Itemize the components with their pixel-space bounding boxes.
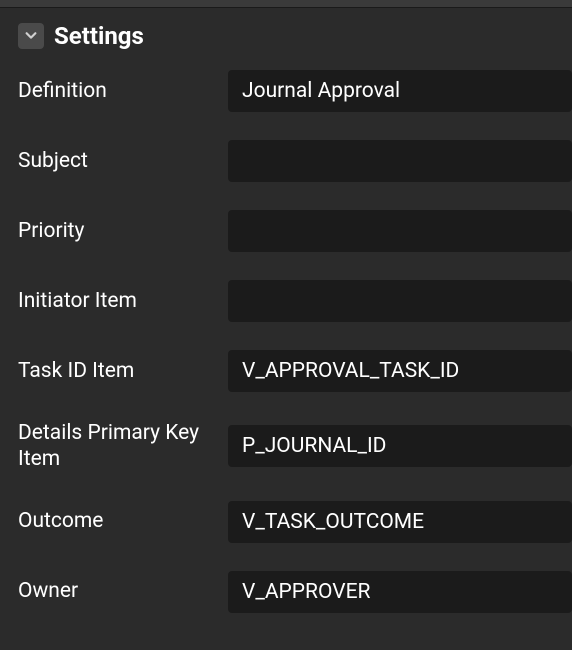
section-header: Settings — [0, 22, 572, 60]
input-priority[interactable] — [228, 210, 572, 252]
fields-container: Definition Subject Priority Initiator It… — [0, 60, 572, 613]
label-outcome: Outcome — [18, 508, 228, 534]
input-definition[interactable] — [228, 70, 572, 112]
label-initiator-item: Initiator Item — [18, 288, 228, 314]
input-owner[interactable] — [228, 571, 572, 613]
input-subject[interactable] — [228, 140, 572, 182]
label-definition: Definition — [18, 78, 228, 104]
input-outcome[interactable] — [228, 501, 572, 543]
input-initiator-item[interactable] — [228, 280, 572, 322]
label-details-primary-key-item: Details Primary Key Item — [18, 420, 228, 473]
label-owner: Owner — [18, 578, 228, 604]
top-bar — [0, 0, 572, 8]
settings-panel: Settings Definition Subject Priority Ini… — [0, 8, 572, 613]
field-row-details-primary-key-item: Details Primary Key Item — [18, 420, 572, 473]
input-task-id-item[interactable] — [228, 350, 572, 392]
field-row-definition: Definition — [18, 70, 572, 112]
label-subject: Subject — [18, 148, 228, 174]
field-row-outcome: Outcome — [18, 501, 572, 543]
label-task-id-item: Task ID Item — [18, 358, 228, 384]
section-title: Settings — [54, 22, 144, 50]
label-priority: Priority — [18, 218, 228, 244]
field-row-subject: Subject — [18, 140, 572, 182]
field-row-task-id-item: Task ID Item — [18, 350, 572, 392]
field-row-priority: Priority — [18, 210, 572, 252]
chevron-down-icon — [24, 27, 38, 46]
field-row-initiator-item: Initiator Item — [18, 280, 572, 322]
input-details-primary-key-item[interactable] — [228, 425, 572, 467]
field-row-owner: Owner — [18, 571, 572, 613]
collapse-toggle[interactable] — [18, 23, 44, 49]
